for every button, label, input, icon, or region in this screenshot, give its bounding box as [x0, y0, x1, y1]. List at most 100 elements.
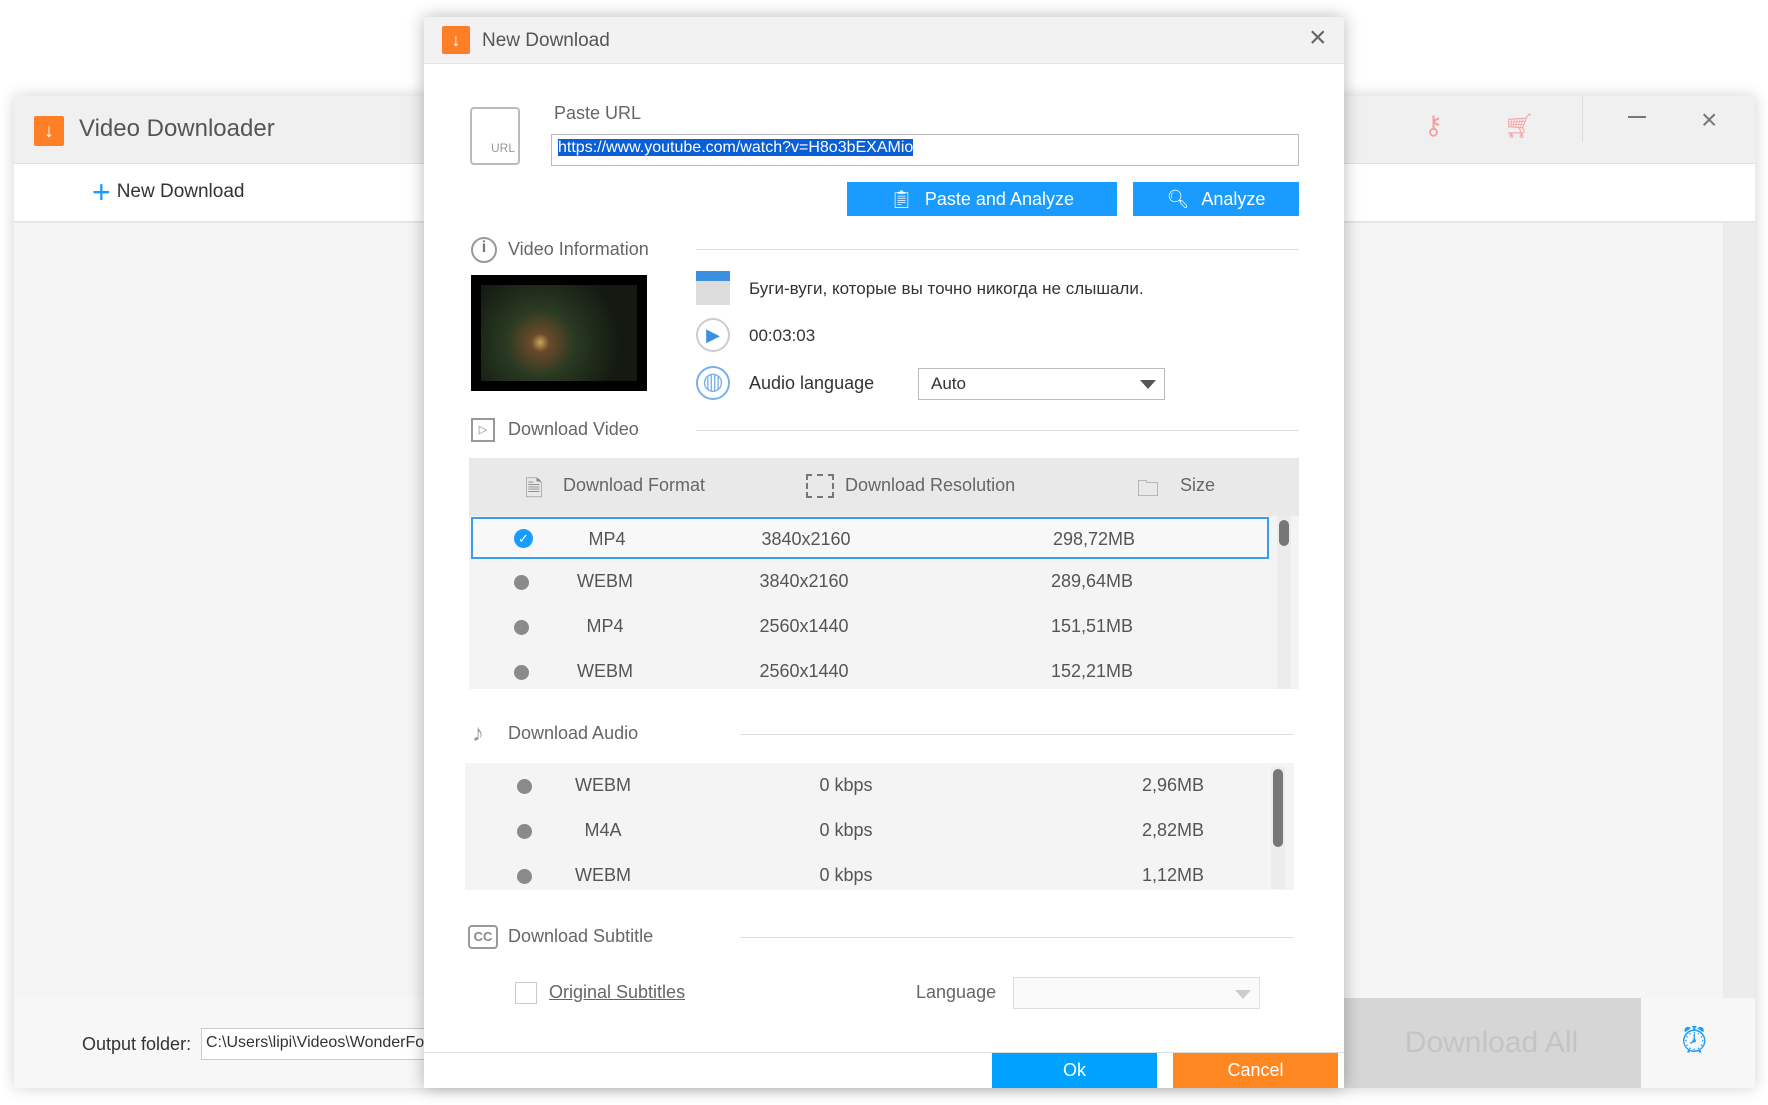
new-download-button[interactable]: + New Download — [92, 174, 244, 210]
analyze-button[interactable]: 🔍︎ Analyze — [1133, 182, 1299, 216]
chevron-down-icon — [1140, 380, 1156, 397]
audio-format-table: WEBM 0 kbps 2,96MB M4A 0 kbps 2,82MB WEB… — [465, 763, 1294, 890]
cancel-button[interactable]: Cancel — [1173, 1053, 1338, 1088]
size-cell: 289,64MB — [1050, 571, 1133, 591]
table-row[interactable]: WEBM 0 kbps 1,12MB — [465, 855, 1265, 900]
radio-icon[interactable] — [517, 869, 532, 884]
scrollbar-track[interactable] — [1723, 223, 1755, 998]
key-icon[interactable]: ⚷ — [1424, 110, 1443, 141]
paste-and-analyze-button[interactable]: 📋︎ Paste and Analyze — [847, 182, 1117, 216]
audio-language-select[interactable]: Auto — [918, 368, 1165, 400]
music-note-icon: ♪ — [472, 720, 484, 747]
url-input[interactable]: https://www.youtube.com/watch?v=H8o3bEXA… — [551, 134, 1299, 166]
app-title: Video Downloader — [79, 115, 275, 142]
divider — [740, 937, 1294, 938]
format-cell: MP4 — [586, 616, 624, 636]
paste-url-label: Paste URL — [554, 103, 642, 123]
output-folder-input[interactable]: C:\Users\lipi\Videos\WonderFo — [201, 1028, 461, 1060]
url-value: https://www.youtube.com/watch?v=H8o3bEXA… — [558, 139, 914, 156]
size-cell: 298,72MB — [1052, 529, 1135, 549]
radio-selected-icon[interactable]: ✓ — [514, 529, 533, 548]
title-icon — [696, 271, 730, 305]
download-audio-heading: Download Audio — [508, 723, 639, 743]
app-logo: ↓ — [34, 116, 64, 146]
film-icon: ▷ — [471, 418, 495, 442]
size-cell: 152,21MB — [1050, 661, 1133, 681]
column-header-format: Download Format — [563, 475, 706, 495]
paste-and-analyze-label: Paste and Analyze — [924, 188, 1074, 209]
radio-icon[interactable] — [517, 824, 532, 839]
video-info-heading: Video Information — [508, 239, 649, 259]
table-header: 🗎︎ Download Format Download Resolution 🗀… — [469, 458, 1299, 516]
close-icon[interactable]: × — [1309, 21, 1327, 55]
minimize-icon[interactable] — [1628, 116, 1646, 118]
table-row[interactable]: WEBM 0 kbps 2,96MB — [465, 765, 1265, 810]
size-cell: 2,82MB — [1141, 820, 1204, 840]
divider — [740, 734, 1294, 735]
ok-button[interactable]: Ok — [992, 1053, 1157, 1088]
download-all-button[interactable]: Download All — [1342, 998, 1641, 1088]
radio-icon[interactable] — [514, 620, 529, 635]
bitrate-cell: 0 kbps — [819, 865, 873, 885]
dialog-title-bar: ↓ New Download × — [424, 17, 1344, 64]
download-video-heading: Download Video — [508, 419, 639, 439]
resolution-cell: 3840x2160 — [759, 571, 849, 591]
size-icon: 🗀︎ — [1137, 476, 1160, 501]
audio-language-value: Auto — [931, 374, 966, 393]
table-row[interactable]: MP4 2560x1440 151,51MB — [471, 606, 1269, 651]
scrollbar-track[interactable] — [1277, 516, 1291, 689]
resolution-cell: 2560x1440 — [759, 661, 849, 681]
size-cell: 2,96MB — [1141, 775, 1204, 795]
size-cell: 1,12MB — [1141, 865, 1204, 885]
format-cell: M4A — [584, 820, 622, 840]
column-header-size: Size — [1180, 475, 1216, 495]
subtitle-language-select[interactable] — [1013, 977, 1260, 1009]
bitrate-cell: 0 kbps — [819, 775, 873, 795]
table-row[interactable]: ✓ MP4 3840x2160 298,72MB — [471, 517, 1269, 559]
chevron-down-icon — [1235, 990, 1251, 1007]
subtitle-language-label: Language — [916, 982, 997, 1002]
table-row[interactable]: M4A 0 kbps 2,82MB — [465, 810, 1265, 855]
scrollbar-thumb[interactable] — [1273, 769, 1283, 847]
original-subtitles-checkbox[interactable] — [515, 982, 537, 1004]
format-cell: WEBM — [575, 865, 631, 885]
scrollbar-track[interactable] — [1271, 767, 1285, 889]
divider — [1582, 96, 1583, 142]
format-icon: 🗎︎ — [525, 476, 543, 501]
radio-icon[interactable] — [517, 779, 532, 794]
download-subtitle-heading: Download Subtitle — [508, 926, 654, 946]
output-folder-label: Output folder: — [82, 1034, 192, 1054]
table-row[interactable]: WEBM 3840x2160 289,64MB — [471, 561, 1269, 606]
video-duration: 00:03:03 — [749, 326, 816, 345]
info-icon: i — [471, 237, 497, 263]
video-thumbnail — [471, 275, 647, 391]
analyze-label: Analyze — [1201, 188, 1266, 209]
globe-icon: ◍ — [696, 366, 730, 400]
divider — [696, 249, 1299, 250]
resolution-cell: 3840x2160 — [761, 529, 851, 549]
size-cell: 151,51MB — [1050, 616, 1133, 636]
url-icon-text: URL — [490, 141, 515, 155]
duration-play-icon: ▶ — [696, 318, 730, 352]
format-cell: WEBM — [575, 775, 631, 795]
search-icon: 🔍︎ — [1166, 188, 1190, 209]
scrollbar-thumb[interactable] — [1279, 520, 1289, 546]
divider — [696, 430, 1299, 431]
resolution-icon — [806, 474, 834, 498]
bitrate-cell: 0 kbps — [819, 820, 873, 840]
clipboard-search-icon: 📋︎ — [890, 188, 913, 209]
close-icon[interactable]: × — [1701, 104, 1717, 136]
alarm-clock-icon[interactable]: ⏰︎ — [1681, 1022, 1708, 1061]
app-logo: ↓ — [442, 26, 470, 54]
cart-icon[interactable]: 🛒︎ — [1504, 112, 1534, 141]
radio-icon[interactable] — [514, 575, 529, 590]
plus-icon: + — [92, 174, 111, 210]
table-row[interactable]: WEBM 2560x1440 152,21MB — [471, 651, 1269, 696]
format-cell: WEBM — [577, 661, 633, 681]
audio-language-label: Audio language — [749, 373, 875, 393]
radio-icon[interactable] — [514, 665, 529, 680]
original-subtitles-link[interactable]: Original Subtitles — [549, 982, 685, 1003]
format-cell: WEBM — [577, 571, 633, 591]
video-format-table: 🗎︎ Download Format Download Resolution 🗀… — [469, 458, 1299, 689]
url-clipboard-icon: URL — [470, 107, 520, 165]
